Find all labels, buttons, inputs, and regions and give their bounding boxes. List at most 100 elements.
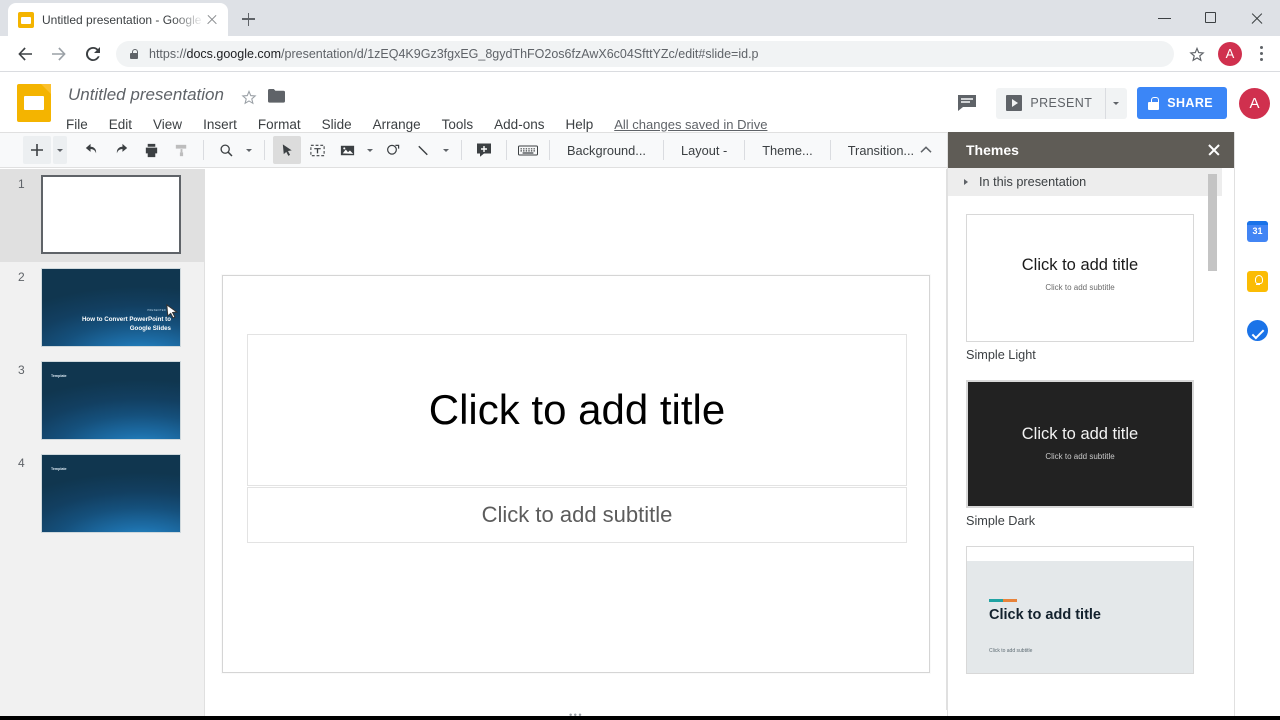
- theme-preview[interactable]: Click to add title Click to add subtitle: [966, 380, 1194, 508]
- themes-group-header[interactable]: In this presentation: [948, 168, 1222, 196]
- toolbar-divider: [549, 140, 550, 160]
- image-dropdown[interactable]: [363, 136, 377, 164]
- shape-icon[interactable]: [379, 136, 407, 164]
- move-to-folder-icon[interactable]: [268, 89, 285, 103]
- google-keep-icon[interactable]: [1247, 271, 1268, 292]
- zoom-dropdown[interactable]: [242, 136, 256, 164]
- present-group: PRESENT: [996, 87, 1128, 119]
- toolbar-divider: [744, 140, 746, 160]
- print-button[interactable]: [137, 136, 165, 164]
- present-label: PRESENT: [1030, 96, 1093, 110]
- undo-button[interactable]: [77, 136, 105, 164]
- theme-preview-title: Click to add title: [1021, 425, 1139, 443]
- image-icon[interactable]: [333, 136, 361, 164]
- document-title[interactable]: Untitled presentation: [68, 85, 224, 105]
- close-icon[interactable]: [1234, 0, 1280, 36]
- close-icon[interactable]: [204, 12, 220, 28]
- save-status[interactable]: All changes saved in Drive: [614, 117, 767, 132]
- new-slide-dropdown[interactable]: [53, 136, 67, 164]
- filmstrip-slide-3[interactable]: 3 Template: [0, 355, 204, 448]
- add-comment-icon[interactable]: [470, 136, 498, 164]
- zoom-button[interactable]: [212, 136, 240, 164]
- slide-number: 1: [18, 177, 25, 191]
- star-outline-icon[interactable]: [240, 88, 258, 106]
- address-bar[interactable]: https://docs.google.com/presentation/d/1…: [116, 40, 1174, 67]
- themes-scrollbar[interactable]: [1208, 174, 1217, 271]
- thumb-title: How to Convert PowerPoint to Google Slid…: [81, 316, 171, 332]
- keyboard-icon[interactable]: [515, 136, 541, 164]
- background-button[interactable]: Background...: [557, 136, 656, 164]
- theme-option-simple-light[interactable]: Click to add title Click to add subtitle…: [966, 214, 1194, 362]
- menu-slide[interactable]: Slide: [322, 117, 352, 132]
- theme-preview[interactable]: Click to add title Click to add subtitle: [966, 546, 1194, 674]
- browser-toolbar: https://docs.google.com/presentation/d/1…: [0, 36, 1280, 72]
- browser-profile-avatar[interactable]: A: [1218, 41, 1242, 66]
- menu-edit[interactable]: Edit: [109, 117, 132, 132]
- menu-format[interactable]: Format: [258, 117, 301, 132]
- slide-number: 2: [18, 270, 25, 284]
- theme-name: Simple Dark: [966, 514, 1036, 528]
- browser-tab[interactable]: Untitled presentation - Google S: [8, 3, 228, 36]
- menu-view[interactable]: View: [153, 117, 182, 132]
- google-slides-logo[interactable]: [17, 84, 51, 122]
- menu-tools[interactable]: Tools: [442, 117, 474, 132]
- filmstrip-slide-1[interactable]: 1: [0, 169, 204, 262]
- forward-arrow-icon[interactable]: [42, 37, 76, 71]
- redo-button[interactable]: [107, 136, 135, 164]
- title-placeholder[interactable]: Click to add title: [247, 334, 907, 486]
- line-dropdown[interactable]: [439, 136, 453, 164]
- present-dropdown-button[interactable]: [1105, 87, 1127, 119]
- menu-add-ons[interactable]: Add-ons: [494, 117, 544, 132]
- paint-format-button[interactable]: [167, 136, 195, 164]
- theme-option-modern[interactable]: Click to add title Click to add subtitle: [966, 546, 1194, 674]
- google-calendar-icon[interactable]: [1247, 221, 1268, 242]
- theme-button[interactable]: Theme...: [752, 136, 823, 164]
- account-avatar[interactable]: A: [1239, 87, 1270, 119]
- present-button[interactable]: PRESENT: [996, 88, 1105, 119]
- slide-thumbnail[interactable]: Template: [41, 361, 181, 440]
- three-dot-menu-icon[interactable]: [1248, 39, 1274, 69]
- reload-icon[interactable]: [76, 37, 110, 71]
- slide-thumbnail[interactable]: [41, 175, 181, 254]
- close-icon[interactable]: [1206, 142, 1222, 158]
- chevron-up-icon[interactable]: [917, 141, 935, 164]
- line-icon[interactable]: [409, 136, 437, 164]
- text-box-icon[interactable]: [303, 136, 331, 164]
- layout-button[interactable]: Layout -: [671, 136, 737, 164]
- themes-list[interactable]: Click to add title Click to add subtitle…: [948, 196, 1222, 709]
- theme-preview-title: Click to add title: [1021, 256, 1139, 274]
- theme-preview[interactable]: Click to add title Click to add subtitle: [966, 214, 1194, 342]
- menu-file[interactable]: File: [66, 117, 88, 132]
- active-slide[interactable]: Click to add title Click to add subtitle: [222, 275, 930, 673]
- theme-preview-body: Click to add title Click to add subtitle: [967, 561, 1193, 673]
- filmstrip-slide-4[interactable]: 4 Template: [0, 448, 204, 541]
- menu-insert[interactable]: Insert: [203, 117, 237, 132]
- menu-arrange[interactable]: Arrange: [373, 117, 421, 132]
- transition-button[interactable]: Transition...: [838, 136, 924, 164]
- comment-icon[interactable]: [952, 88, 982, 118]
- maximize-icon[interactable]: [1188, 0, 1234, 36]
- themes-panel-title: Themes: [966, 142, 1019, 158]
- chevron-down-icon: [1113, 101, 1120, 105]
- slides-favicon: [18, 11, 34, 28]
- subtitle-placeholder[interactable]: Click to add subtitle: [247, 487, 907, 543]
- select-tool-button[interactable]: [273, 136, 301, 164]
- url-prefix: https://: [149, 46, 187, 61]
- subtitle-placeholder-text: Click to add subtitle: [481, 502, 673, 527]
- new-slide-button[interactable]: [23, 136, 51, 164]
- toolbar-divider: [506, 140, 507, 160]
- back-arrow-icon[interactable]: [8, 37, 42, 71]
- minimize-icon[interactable]: [1142, 0, 1188, 36]
- new-tab-button[interactable]: [234, 5, 262, 33]
- menu-help[interactable]: Help: [565, 117, 593, 132]
- slide-filmstrip[interactable]: 1 2 PRESENTED BY How to Convert PowerPoi…: [0, 169, 205, 720]
- lock-icon: [1148, 97, 1160, 110]
- share-button[interactable]: SHARE: [1137, 87, 1227, 119]
- google-tasks-icon[interactable]: [1247, 320, 1268, 341]
- slide-thumbnail[interactable]: PRESENTED BY How to Convert PowerPoint t…: [41, 268, 181, 347]
- slide-thumbnail[interactable]: Template: [41, 454, 181, 533]
- theme-option-simple-dark[interactable]: Click to add title Click to add subtitle…: [966, 380, 1194, 528]
- chevron-down-icon: [57, 148, 63, 152]
- play-icon: [1006, 95, 1023, 111]
- bookmark-star-icon[interactable]: [1182, 39, 1212, 69]
